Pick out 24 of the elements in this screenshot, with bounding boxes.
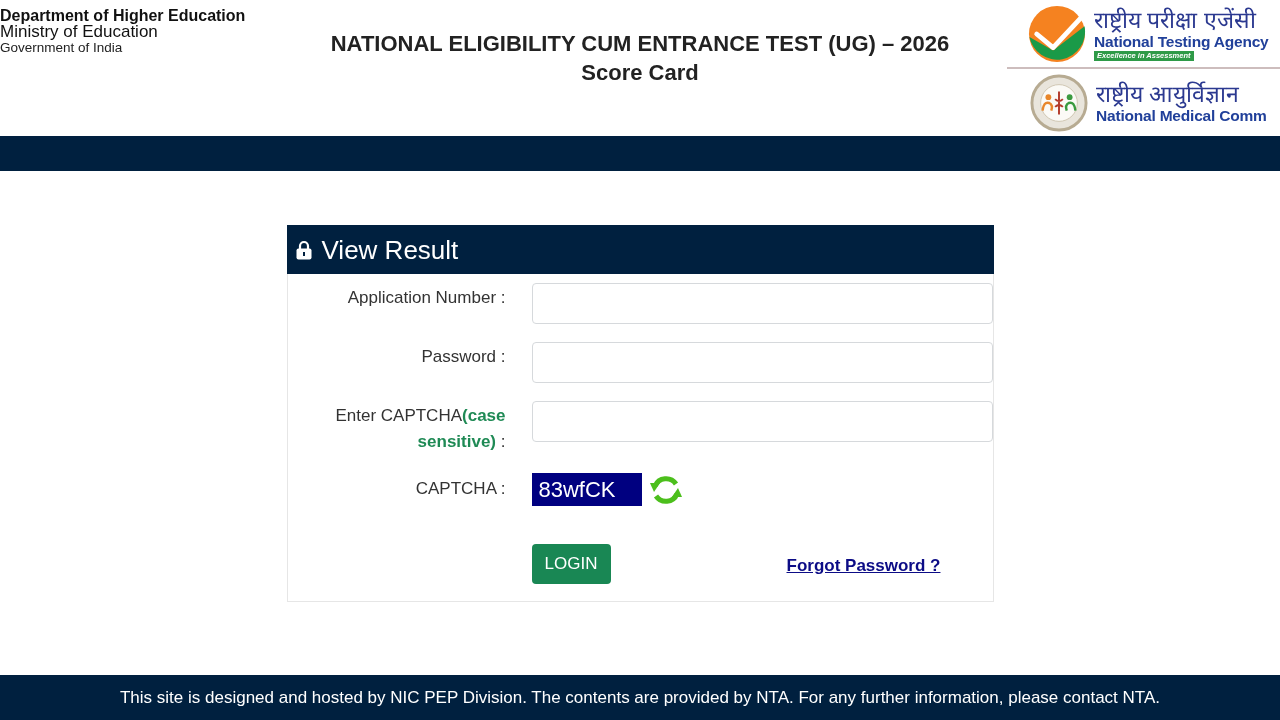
checkmark-emblem-icon — [1028, 4, 1086, 63]
ministry-name: Ministry of Education — [0, 24, 158, 40]
page-subtitle: Score Card — [581, 59, 699, 87]
login-button[interactable]: LOGIN — [531, 544, 611, 584]
field-label: CAPTCHA : — [414, 478, 507, 500]
department-name: Department of Higher Education — [0, 7, 246, 24]
field-label: Enter CAPTCHA(case sensitive) : — [334, 405, 507, 453]
field-label: Application Number : — [346, 287, 507, 309]
government-name: Government of India — [0, 40, 123, 55]
logo-name-text: National Testing Agency — [1094, 32, 1269, 51]
logo-hindi-text: राष्ट्रीय परीक्षा एजेंसी — [1094, 6, 1256, 33]
refresh-icon[interactable] — [648, 473, 683, 507]
footer-text: This site is designed and hosted by NIC PEP Division. The contents are provided by NTA. For any further information, please contact NTA. — [120, 687, 1160, 708]
card-title: View Result — [321, 234, 459, 265]
field-label: Password : — [420, 346, 507, 368]
round-emblem-icon — [1030, 73, 1088, 132]
page-title: NATIONAL ELIGIBILITY CUM ENTRANCE TEST (UG) – 2026 — [330, 30, 950, 58]
lock-icon — [295, 239, 312, 260]
captcha-image: 83wfCK — [531, 473, 642, 506]
forgot-password-link[interactable]: Forgot Password ? — [786, 552, 941, 576]
input-field[interactable] — [531, 401, 993, 442]
logo-hindi-text: राष्ट्रीय आयुर्विज्ञान — [1096, 80, 1240, 107]
input-field[interactable] — [531, 283, 993, 324]
input-field[interactable] — [531, 342, 993, 383]
